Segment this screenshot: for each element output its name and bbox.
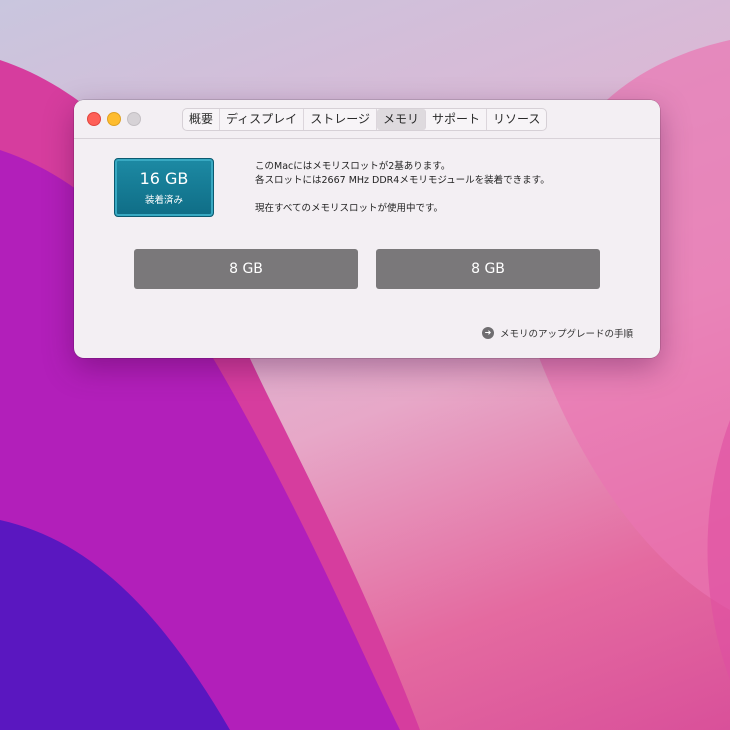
minimize-window-button[interactable]: [107, 112, 121, 126]
memory-total: 16 GB: [139, 169, 189, 188]
tab-support[interactable]: サポート: [426, 109, 487, 130]
memory-slot-1: 8 GB: [134, 249, 358, 289]
title-bar: 概要 ディスプレイ ストレージ メモリ サポート リソース: [74, 100, 660, 139]
module-spec-text: 各スロットには2667 MHz DDR4メモリモジュールを装着できます。: [255, 175, 550, 186]
memory-upgrade-link[interactable]: ➜ メモリのアップグレードの手順: [481, 326, 633, 340]
memory-status: 装着済み: [144, 195, 183, 206]
arrow-circle-right-icon: ➜: [481, 327, 494, 339]
memory-slot-2: 8 GB: [376, 249, 600, 289]
tab-bar: 概要 ディスプレイ ストレージ メモリ サポート リソース: [182, 108, 548, 131]
slot-usage-text: 現在すべてのメモリスロットが使用中です。: [255, 203, 444, 214]
tab-storage[interactable]: ストレージ: [304, 109, 377, 130]
slot-count-text: このMacにはメモリスロットが2基あります。: [255, 161, 451, 172]
memory-upgrade-label: メモリのアップグレードの手順: [499, 329, 633, 340]
tab-memory[interactable]: メモリ: [376, 109, 426, 130]
tab-resources[interactable]: リソース: [487, 109, 546, 130]
about-this-mac-window: 概要 ディスプレイ ストレージ メモリ サポート リソース 16 GB 装着済み…: [74, 100, 660, 358]
zoom-window-button[interactable]: [127, 112, 141, 126]
memory-total-badge: 16 GB 装着済み: [114, 158, 214, 217]
tab-displays[interactable]: ディスプレイ: [220, 109, 305, 130]
tab-overview[interactable]: 概要: [183, 109, 221, 130]
memory-info: このMacにはメモリスロットが2基あります。 各スロットには2667 MHz D…: [255, 160, 550, 216]
close-window-button[interactable]: [87, 112, 101, 126]
